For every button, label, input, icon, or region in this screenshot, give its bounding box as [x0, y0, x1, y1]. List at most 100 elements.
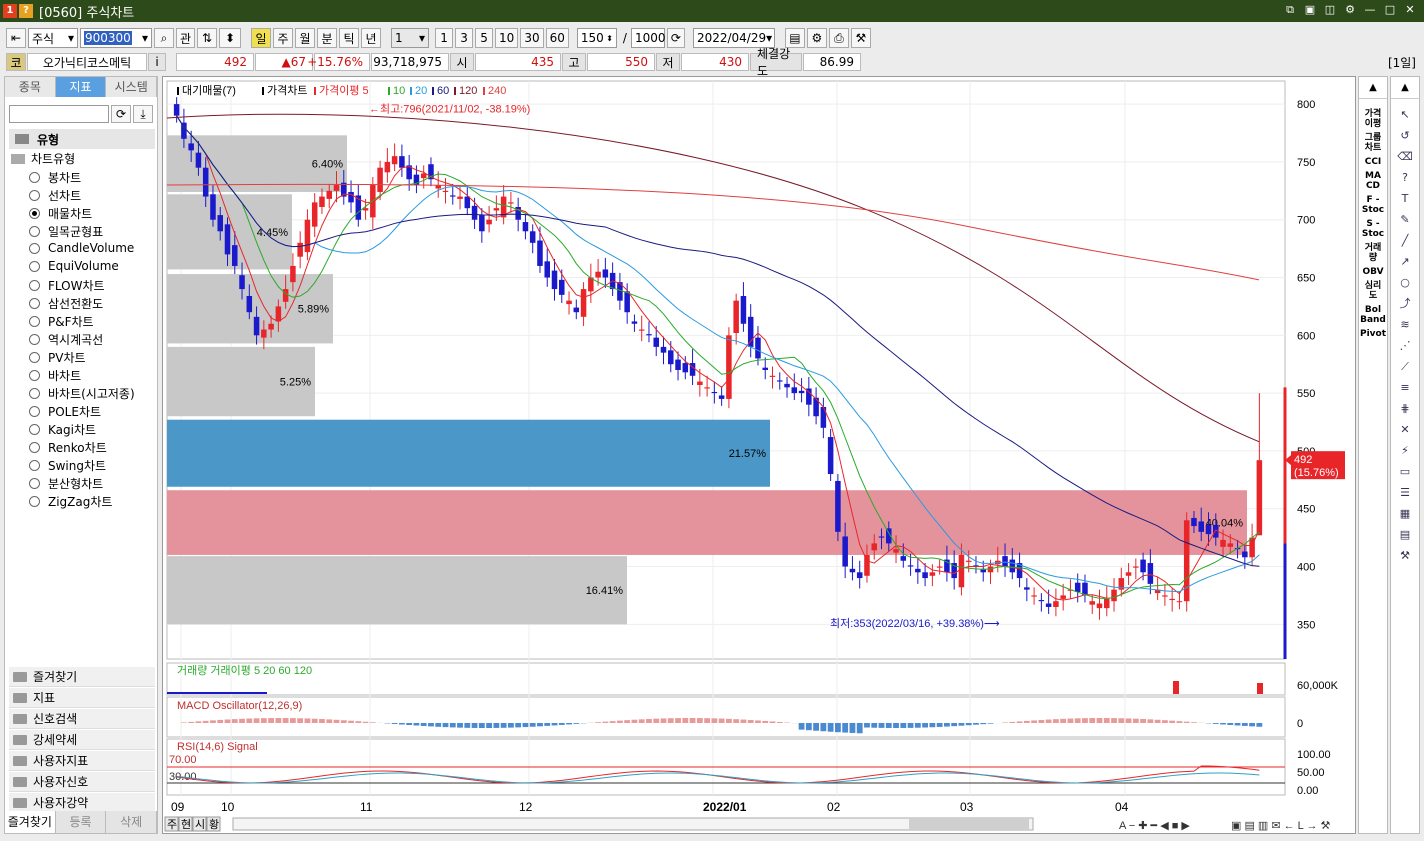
chart-area[interactable]: 8007507006506005505004504003500910111220…: [162, 76, 1356, 834]
info-button[interactable]: i: [148, 53, 166, 71]
eraser-icon[interactable]: ⌫: [1397, 149, 1413, 165]
group-chart-indicator[interactable]: 그룹 차트: [1359, 133, 1387, 153]
volume-indicator[interactable]: 거래 량: [1359, 243, 1387, 263]
search-icon[interactable]: ⌕: [154, 28, 174, 48]
stock-name[interactable]: 오가닉티코스메틱: [27, 53, 147, 71]
chart-type-option[interactable]: ZigZag차트: [29, 493, 112, 510]
chart-type-option[interactable]: POLE차트: [29, 403, 101, 420]
radio-button[interactable]: [29, 352, 40, 363]
chart-type-option[interactable]: FLOW차트: [29, 277, 105, 294]
radio-button[interactable]: [29, 316, 40, 327]
bollinger-indicator[interactable]: Bol Band: [1359, 305, 1387, 325]
macd-indicator[interactable]: MA CD: [1359, 171, 1387, 191]
chart-type-option[interactable]: 선차트: [29, 187, 81, 204]
chart-type-option[interactable]: 바차트: [29, 367, 81, 384]
radio-button[interactable]: [29, 242, 40, 254]
chart-type-option[interactable]: PV차트: [29, 349, 86, 366]
chart-type-option[interactable]: Renko차트: [29, 439, 107, 456]
period-tab[interactable]: 분: [317, 28, 338, 48]
indicator-search-input[interactable]: [9, 105, 109, 123]
radio-button[interactable]: [29, 260, 40, 272]
scroll-up-icon[interactable]: ▲: [1391, 77, 1419, 99]
quick-unit-button[interactable]: 1: [435, 28, 454, 48]
help-icon[interactable]: ?: [1397, 170, 1413, 186]
chart-type-option[interactable]: 바차트(시고저종): [29, 385, 135, 402]
trend-icon[interactable]: ⤴: [1397, 296, 1413, 312]
left-bottom-tab[interactable]: 즐겨찾기: [5, 811, 56, 833]
text-icon[interactable]: T: [1397, 191, 1413, 207]
gear-icon[interactable]: ⚙: [806, 28, 827, 48]
window-icon[interactable]: ▭: [1397, 464, 1413, 480]
folder-item[interactable]: 사용자지표: [9, 751, 155, 771]
circle-icon[interactable]: ○: [1397, 275, 1413, 291]
pen-icon[interactable]: ✎: [1397, 212, 1413, 228]
scroll-up-icon[interactable]: ▲: [1359, 77, 1387, 99]
tools-icon[interactable]: ⚒: [850, 28, 871, 48]
left-tab[interactable]: 지표: [55, 77, 107, 97]
radio-button[interactable]: [29, 370, 40, 381]
count-input[interactable]: 150 ⬍: [576, 28, 617, 48]
auto-icon[interactable]: ⚡: [1397, 443, 1413, 459]
line-icon[interactable]: ╱: [1397, 233, 1413, 249]
chart-type-option[interactable]: P&F차트: [29, 313, 94, 330]
radio-button[interactable]: [29, 172, 40, 183]
updown-icon[interactable]: ⬍: [219, 28, 242, 48]
channel-icon[interactable]: ≋: [1397, 317, 1413, 333]
cross-icon[interactable]: ✕: [1397, 422, 1413, 438]
folder-item[interactable]: 사용자신호: [9, 772, 155, 792]
folder-item[interactable]: 지표: [9, 688, 155, 708]
fibo-icon[interactable]: ≡: [1397, 380, 1413, 396]
radio-button[interactable]: [29, 226, 40, 237]
table-icon[interactable]: ▤: [1397, 527, 1413, 543]
chart-type-option[interactable]: 삼선전환도: [29, 295, 103, 312]
chart-type-option[interactable]: CandleVolume: [29, 241, 134, 255]
cci-indicator[interactable]: CCI: [1359, 157, 1387, 167]
refresh-icon[interactable]: ⟳: [666, 28, 685, 48]
fast-stoch-indicator[interactable]: F - Stoc: [1359, 195, 1387, 215]
close-icon[interactable]: ✕: [1402, 2, 1418, 18]
period-tab[interactable]: 월: [295, 28, 316, 48]
gann-icon[interactable]: ⋰: [1397, 338, 1413, 354]
slow-stoch-indicator[interactable]: S - Stoc: [1359, 219, 1387, 239]
grid-icon[interactable]: ⋕: [1397, 401, 1413, 417]
maximize-icon[interactable]: □: [1382, 2, 1398, 18]
ray-icon[interactable]: ↗: [1397, 254, 1413, 270]
folder-item[interactable]: 강세약세: [9, 730, 155, 750]
pivot-indicator[interactable]: Pivot: [1359, 329, 1387, 339]
chart-type-option[interactable]: Kagi차트: [29, 421, 96, 438]
radio-button[interactable]: [29, 298, 40, 309]
scroll-thumb[interactable]: [909, 819, 1029, 829]
quick-unit-button[interactable]: 5: [475, 28, 494, 48]
toggle-icon[interactable]: ⇅: [197, 28, 218, 48]
gear-icon[interactable]: ⚙: [1342, 2, 1358, 18]
radio-button[interactable]: [29, 460, 40, 471]
code-input[interactable]: 900300 ▾: [80, 28, 152, 48]
left-tab[interactable]: 시스템: [106, 77, 158, 97]
undo-icon[interactable]: ↺: [1397, 128, 1413, 144]
chart-type-option[interactable]: 봉차트: [29, 169, 81, 186]
folder-item[interactable]: 사용자강약: [9, 793, 155, 813]
quick-unit-button[interactable]: 10: [495, 28, 519, 48]
radio-button[interactable]: [29, 406, 40, 417]
help-badge[interactable]: ?: [19, 4, 33, 18]
fan-icon[interactable]: ⟋: [1397, 359, 1413, 375]
chart-type-option[interactable]: 분산형차트: [29, 475, 103, 492]
chart-type-option[interactable]: 매물차트: [29, 205, 92, 222]
chart-type-group[interactable]: 차트유형: [11, 150, 75, 167]
chart-canvas[interactable]: 8007507006506005505004504003500910111220…: [163, 77, 1357, 835]
quick-unit-button[interactable]: 60: [545, 28, 569, 48]
refresh-icon[interactable]: ⟳: [111, 105, 131, 123]
price-ma-indicator[interactable]: 가격 이평: [1359, 109, 1387, 129]
chart-type-option[interactable]: 역시계곡선: [29, 331, 103, 348]
quick-unit-button[interactable]: 3: [455, 28, 474, 48]
minimize-icon[interactable]: —: [1362, 2, 1378, 18]
psychology-indicator[interactable]: 심리 도: [1359, 281, 1387, 301]
folder-item[interactable]: 즐겨찾기: [9, 667, 155, 687]
folder-item[interactable]: 신호검색: [9, 709, 155, 729]
market-select[interactable]: 주식 ▾: [28, 28, 78, 48]
cursor-icon[interactable]: ↖: [1397, 107, 1413, 123]
link-icon[interactable]: ⧉: [1282, 2, 1298, 18]
radio-button[interactable]: [29, 442, 40, 453]
max-input[interactable]: 1000: [630, 28, 665, 48]
obv-indicator[interactable]: OBV: [1359, 267, 1387, 277]
